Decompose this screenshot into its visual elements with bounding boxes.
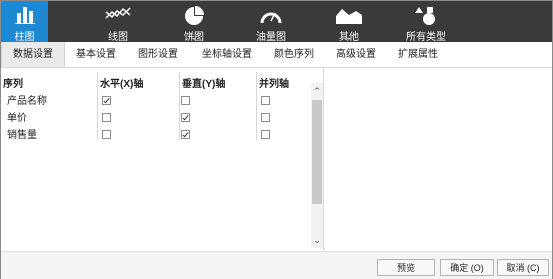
scrollbar-thumb[interactable] — [312, 100, 322, 204]
chart-type-toolbar: 柱图 线图 饼图 油量图 其他 所有类型 — [1, 1, 552, 43]
chart-type-bar[interactable]: 柱图 — [1, 1, 48, 43]
scroll-down-icon[interactable]: ⌄ — [311, 234, 323, 246]
vertical-scrollbar[interactable]: ⌃ ⌄ — [311, 83, 323, 248]
header-x-axis: 水平(X)轴 — [100, 79, 144, 90]
chevron-down-icon — [347, 38, 351, 40]
y-axis-checkbox[interactable] — [181, 113, 190, 122]
chart-type-other[interactable]: 其他 — [323, 1, 375, 43]
x-axis-checkbox[interactable] — [102, 96, 111, 105]
chart-settings-dialog: 柱图 线图 饼图 油量图 其他 所有类型 数据设置 基本设置 图形设置 坐标轴设… — [0, 0, 553, 279]
chart-type-gauge-label: 油量图 — [256, 32, 286, 43]
tab-basic-settings[interactable]: 基本设置 — [65, 42, 127, 67]
series-name: 销售量 — [7, 130, 37, 141]
series-name: 单价 — [7, 113, 27, 124]
all-types-icon — [414, 6, 438, 29]
parallel-axis-checkbox[interactable] — [261, 96, 270, 105]
parallel-axis-checkbox[interactable] — [261, 130, 270, 139]
bar-chart-icon — [14, 6, 35, 27]
tab-extended-properties[interactable]: 扩展属性 — [387, 42, 449, 67]
tab-graphic-settings[interactable]: 图形设置 — [127, 42, 189, 67]
header-y-axis: 垂直(Y)轴 — [182, 79, 226, 90]
tab-advanced-settings[interactable]: 高级设置 — [325, 42, 387, 67]
tab-data-settings[interactable]: 数据设置 — [1, 42, 65, 67]
chevron-down-icon — [192, 38, 196, 40]
chart-type-line[interactable]: 线图 — [93, 1, 143, 43]
header-parallel-axis: 并列轴 — [259, 79, 289, 90]
area-chart-icon — [336, 6, 362, 27]
chart-type-all[interactable]: 所有类型 — [398, 1, 454, 43]
grid-header-row: 序列 水平(X)轴 垂直(Y)轴 并列轴 — [1, 76, 311, 93]
preview-button[interactable]: 预览 — [377, 259, 435, 276]
x-axis-checkbox[interactable] — [102, 130, 111, 139]
panel-divider — [323, 67, 324, 250]
pie-chart-icon — [184, 6, 204, 29]
series-name: 产品名称 — [7, 96, 47, 107]
chart-type-bar-label: 柱图 — [14, 32, 35, 43]
header-series: 序列 — [3, 79, 23, 90]
settings-tabs: 数据设置 基本设置 图形设置 坐标轴设置 颜色序列 高级设置 扩展属性 — [1, 42, 552, 68]
chart-type-pie[interactable]: 饼图 — [169, 1, 219, 43]
cancel-button[interactable]: 取消 (C) — [497, 259, 549, 276]
x-axis-checkbox[interactable] — [102, 113, 111, 122]
chart-type-other-label: 其他 — [339, 32, 359, 43]
parallel-axis-checkbox[interactable] — [261, 113, 270, 122]
ok-button[interactable]: 确定 (O) — [440, 259, 494, 276]
chart-type-line-label: 线图 — [108, 32, 128, 43]
line-chart-icon — [105, 6, 131, 25]
tab-color-series[interactable]: 颜色序列 — [263, 42, 325, 67]
tab-axis-settings[interactable]: 坐标轴设置 — [191, 42, 263, 67]
chart-type-pie-label: 饼图 — [184, 32, 204, 43]
y-axis-checkbox[interactable] — [181, 96, 190, 105]
table-row: 销售量 — [1, 127, 311, 144]
scroll-up-icon[interactable]: ⌃ — [311, 85, 323, 97]
dialog-footer: 预览 确定 (O) 取消 (C) — [1, 251, 552, 279]
table-row: 单价 — [1, 110, 311, 127]
gauge-icon — [260, 6, 282, 27]
y-axis-checkbox[interactable] — [181, 130, 190, 139]
table-row: 产品名称 — [1, 93, 311, 110]
chart-type-all-label: 所有类型 — [406, 32, 446, 43]
chart-type-gauge[interactable]: 油量图 — [245, 1, 297, 43]
